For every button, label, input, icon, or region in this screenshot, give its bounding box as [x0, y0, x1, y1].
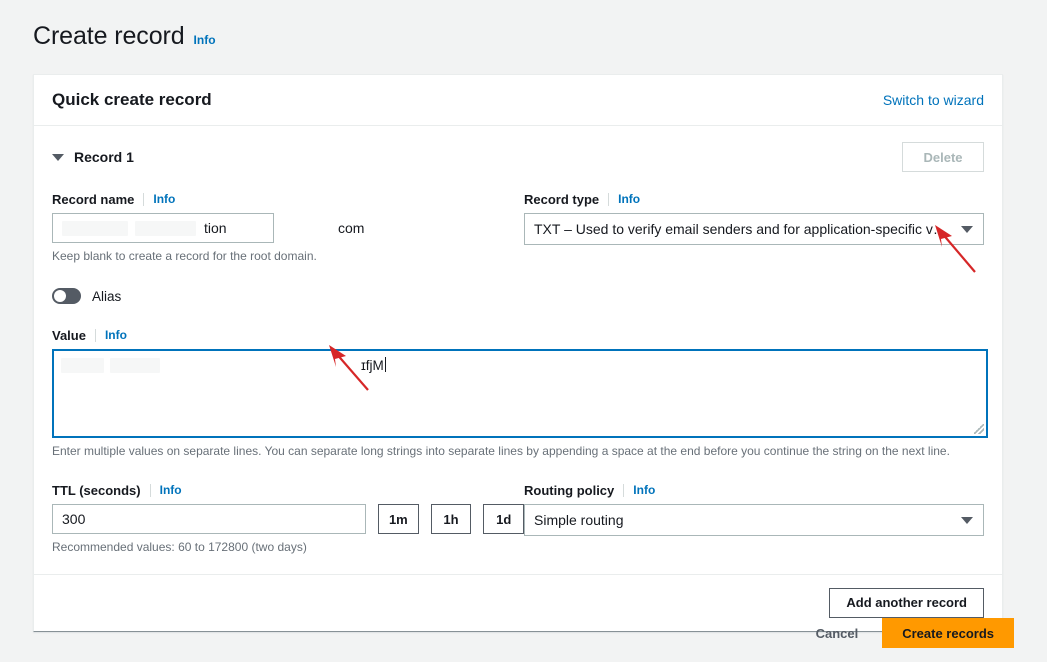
page-title: Create record: [33, 22, 185, 50]
value-label: Value: [52, 327, 86, 343]
ttl-preset-1m[interactable]: 1m: [378, 504, 419, 535]
page-actions: Cancel Create records: [812, 618, 1014, 648]
record-name-domain-suffix: com: [338, 220, 365, 236]
record-name-visible-text: tion: [204, 220, 227, 236]
label-divider: [143, 192, 145, 206]
card-title: Quick create record: [52, 90, 212, 109]
textarea-resize-handle[interactable]: [974, 424, 984, 435]
ttl-label: TTL (seconds): [52, 482, 141, 498]
ttl-field: TTL (seconds) Info 1m 1h 1d Recommended …: [52, 481, 525, 555]
record-type-label-group: Record type Info: [524, 190, 984, 208]
routing-policy-info-link[interactable]: Info: [633, 483, 655, 497]
record-name-input[interactable]: tion: [52, 213, 274, 243]
label-divider: [149, 483, 151, 497]
alias-toggle[interactable]: [52, 288, 81, 305]
alias-label: Alias: [92, 288, 122, 304]
alias-toggle-row[interactable]: Alias: [52, 288, 984, 305]
delete-record-button[interactable]: Delete: [902, 142, 984, 172]
card-header: Quick create record Switch to wizard: [34, 75, 1002, 126]
redaction-group: [61, 358, 160, 374]
label-divider: [608, 192, 610, 206]
text-cursor: [384, 357, 386, 373]
redaction-block: [62, 220, 128, 236]
record-name-input-wrap: tion com: [52, 213, 524, 243]
record-type-label: Record type: [524, 191, 600, 207]
redaction-block: [61, 358, 104, 374]
ttl-info-link[interactable]: Info: [160, 483, 182, 497]
record-name-label-group: Record name Info: [52, 190, 524, 208]
create-records-button[interactable]: Create records: [882, 618, 1014, 648]
record-type-info-link[interactable]: Info: [618, 192, 640, 206]
record-name-info-link[interactable]: Info: [153, 192, 175, 206]
routing-policy-label-group: Routing policy Info: [524, 481, 984, 499]
record-name-hint: Keep blank to create a record for the ro…: [52, 249, 317, 263]
ttl-label-group: TTL (seconds) Info: [52, 481, 524, 499]
record-type-field: Record type Info TXT – Used to verify em…: [524, 190, 984, 264]
routing-policy-field: Routing policy Info Simple routing: [524, 481, 984, 555]
chevron-down-icon[interactable]: [961, 226, 973, 233]
routing-policy-selected-value: Simple routing: [534, 512, 624, 529]
chevron-down-icon[interactable]: [52, 153, 64, 161]
chevron-down-icon[interactable]: [961, 517, 973, 525]
ttl-hint: Recommended values: 60 to 172800 (two da…: [52, 540, 307, 555]
record-name-field: Record name Info tion com Keep blank to …: [52, 190, 524, 264]
page-header: Create record Info: [33, 22, 216, 51]
redaction-block: [135, 220, 196, 236]
value-field: Value Info ɪfjM Enter multiple values on…: [52, 326, 988, 459]
ttl-and-routing-row: TTL (seconds) Info 1m 1h 1d Recommended …: [52, 481, 984, 555]
ttl-preset-1d[interactable]: 1d: [483, 504, 525, 535]
add-another-record-button[interactable]: Add another record: [829, 587, 984, 618]
value-hint: Enter multiple values on separate lines.…: [52, 444, 950, 459]
routing-policy-select[interactable]: Simple routing: [524, 504, 984, 537]
label-divider: [623, 483, 625, 497]
record-index-label: Record 1: [74, 149, 134, 165]
routing-policy-label: Routing policy: [524, 482, 615, 498]
ttl-inputs: 1m 1h 1d: [52, 504, 525, 535]
toggle-knob: [54, 290, 66, 303]
record-collapse-toggle[interactable]: Record 1: [52, 149, 134, 165]
page-info-link[interactable]: Info: [194, 33, 216, 47]
label-divider: [94, 328, 96, 342]
ttl-preset-1h[interactable]: 1h: [430, 504, 472, 535]
create-record-page: Create record Info Quick create record S…: [0, 0, 1047, 662]
card-body: Record 1 Delete Record name Info tion co…: [34, 126, 1002, 574]
redaction-block: [110, 358, 160, 374]
value-textarea[interactable]: ɪfjM: [52, 349, 988, 439]
value-info-link[interactable]: Info: [105, 328, 127, 342]
record-name-label: Record name: [52, 191, 135, 207]
quick-create-record-card: Quick create record Switch to wizard Rec…: [33, 74, 1003, 632]
value-visible-text: ɪfjM: [361, 357, 386, 374]
record-type-select[interactable]: TXT – Used to verify email senders and f…: [524, 213, 984, 245]
value-label-group: Value Info: [52, 326, 984, 344]
switch-to-wizard-link[interactable]: Switch to wizard: [883, 92, 984, 108]
record-type-selected-value: TXT – Used to verify email senders and f…: [534, 221, 951, 237]
ttl-input[interactable]: [52, 504, 366, 535]
record-header-row: Record 1 Delete: [52, 142, 984, 172]
name-and-type-row: Record name Info tion com Keep blank to …: [52, 190, 984, 264]
cancel-button[interactable]: Cancel: [812, 618, 863, 648]
